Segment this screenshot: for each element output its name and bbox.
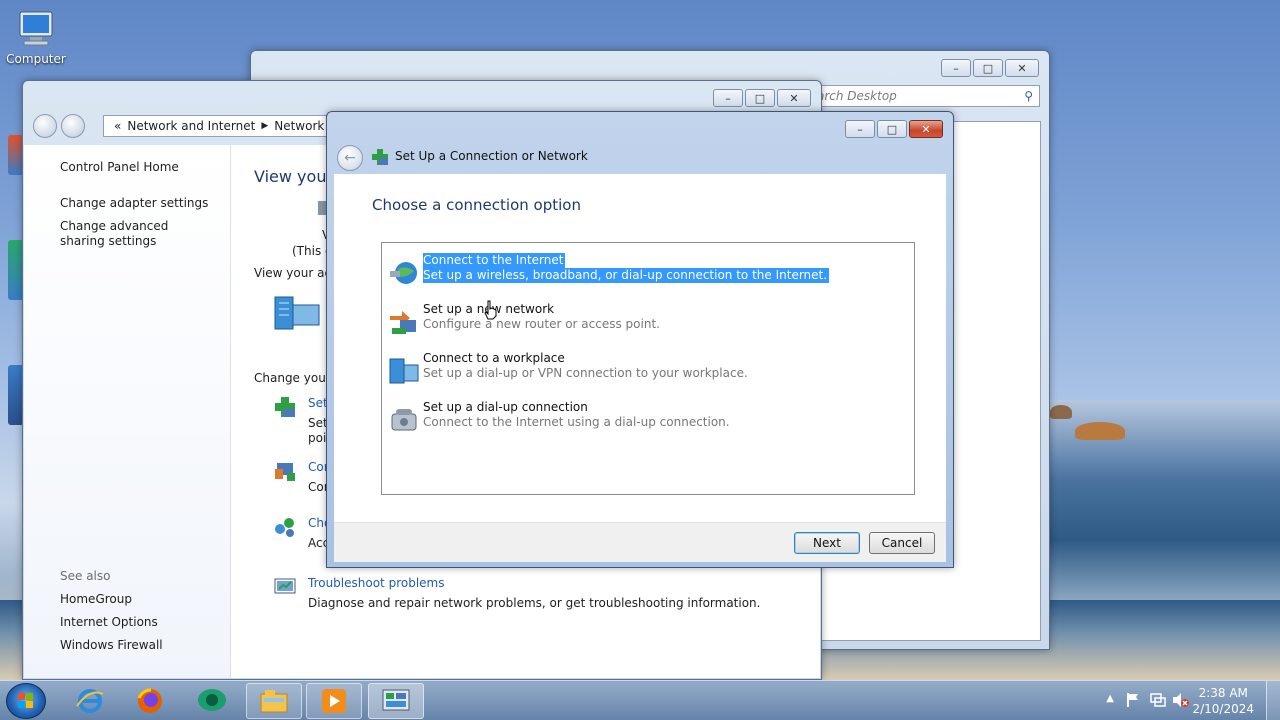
computer-icon: [14, 8, 58, 52]
hand-cursor-icon: [484, 300, 498, 323]
minimize-button[interactable]: –: [845, 120, 875, 138]
breadcrumb-item[interactable]: Network a: [274, 119, 332, 133]
dialog-body: Choose a connection option Connect to th…: [334, 174, 946, 522]
clock[interactable]: 2:38 AM 2/10/2024: [1192, 685, 1254, 717]
troubleshoot-icon: [273, 575, 297, 602]
wallpaper-rock: [1075, 422, 1125, 440]
setup-connection-icon: [273, 395, 297, 422]
close-button[interactable]: ✕: [777, 89, 811, 107]
chat-icon[interactable]: [184, 683, 240, 719]
sidebar-item-control-panel-home[interactable]: Control Panel Home: [60, 160, 179, 175]
workplace-icon: [388, 357, 420, 385]
phone-icon: [388, 406, 420, 434]
see-also-label: See also: [60, 569, 111, 583]
clock-date: 2/10/2024: [1192, 702, 1254, 716]
setup-connection-desc: Set: [308, 416, 328, 430]
option-dialup[interactable]: Set up a dial-up connection Connect to t…: [386, 400, 910, 440]
internet-explorer-icon[interactable]: [62, 683, 118, 719]
search-input[interactable]: arch Desktop ⚲: [810, 85, 1040, 107]
option-title: Connect to the Internet: [423, 253, 566, 268]
window-caption-buttons: – □ ✕: [941, 59, 1039, 77]
troubleshoot-link[interactable]: Troubleshoot problems: [308, 576, 444, 590]
option-connect-workplace[interactable]: Connect to a workplace Set up a dial-up …: [386, 351, 910, 391]
network-icon: [273, 293, 321, 336]
taskbar: ▲ 2:38 AM 2/10/2024: [0, 680, 1280, 720]
close-button[interactable]: ✕: [1005, 59, 1039, 77]
dialog-title: Set Up a Connection or Network: [395, 149, 588, 163]
show-desktop-button[interactable]: [1266, 681, 1280, 720]
sidebar-item-homegroup[interactable]: HomeGroup: [60, 592, 132, 607]
connect-network-icon: [273, 459, 297, 486]
maximize-button[interactable]: □: [877, 120, 907, 138]
change-settings-heading: Change your: [254, 371, 331, 385]
homegroup-icon: [273, 515, 297, 542]
option-desc: Configure a new router or access point.: [423, 317, 660, 331]
search-icon: ⚲: [1024, 89, 1033, 103]
control-panel-icon[interactable]: [368, 683, 424, 719]
dialog-heading: Choose a connection option: [372, 196, 581, 214]
address-bar[interactable]: « Network and Internet ▶ Network a: [103, 115, 333, 137]
dialog-footer: Next Cancel: [334, 522, 946, 562]
next-button[interactable]: Next: [794, 532, 860, 554]
network-label-fragment: [318, 201, 326, 218]
sidebar: Control Panel Home Change adapter settin…: [24, 145, 231, 678]
cancel-button[interactable]: Cancel: [869, 532, 935, 554]
option-desc: Connect to the Internet using a dial-up …: [423, 415, 730, 429]
maximize-button[interactable]: □: [745, 89, 775, 107]
maximize-button[interactable]: □: [973, 59, 1003, 77]
window-caption-buttons: – □ ✕: [713, 89, 811, 107]
breadcrumb-item[interactable]: Network and Internet: [127, 119, 255, 133]
show-hidden-icons-icon[interactable]: ▲: [1106, 693, 1114, 704]
computer-icon: [318, 201, 326, 215]
connection-option-list: Connect to the Internet Set up a wireles…: [381, 242, 915, 495]
troubleshoot-desc: Diagnose and repair network problems, or…: [308, 596, 761, 610]
router-icon: [388, 308, 420, 336]
setup-connection-desc2: poi: [308, 431, 327, 445]
network-status-icon[interactable]: [1150, 692, 1166, 711]
option-title: Connect to a workplace: [423, 351, 565, 365]
media-player-icon[interactable]: [306, 683, 362, 719]
forward-button[interactable]: [61, 114, 85, 138]
clock-time: 2:38 AM: [1198, 686, 1248, 700]
window-caption-buttons: – □ ✕: [845, 120, 943, 138]
desktop-icon-label: Computer: [6, 52, 66, 66]
sidebar-item-change-adapter-settings[interactable]: Change adapter settings: [60, 196, 208, 211]
sidebar-item-windows-firewall[interactable]: Windows Firewall: [60, 638, 163, 653]
action-center-flag-icon[interactable]: [1126, 692, 1140, 711]
minimize-button[interactable]: –: [941, 59, 971, 77]
explorer-icon[interactable]: [246, 683, 302, 719]
sidebar-item-internet-options[interactable]: Internet Options: [60, 615, 158, 630]
close-button[interactable]: ✕: [909, 120, 943, 138]
volume-muted-icon[interactable]: [1172, 692, 1190, 711]
breadcrumb-separator-icon[interactable]: ▶: [261, 121, 268, 131]
option-connect-internet[interactable]: Connect to the Internet Set up a wireles…: [386, 253, 910, 293]
setup-connection-link[interactable]: Set: [308, 396, 328, 410]
option-desc: Set up a dial-up or VPN connection to yo…: [423, 366, 748, 380]
option-desc: Set up a wireless, broadband, or dial-up…: [423, 268, 830, 283]
setup-connection-dialog: – □ ✕ ← Set Up a Connection or Network C…: [326, 111, 954, 568]
back-button[interactable]: [33, 114, 57, 138]
globe-icon: [388, 259, 420, 287]
search-placeholder: arch Desktop: [817, 89, 897, 103]
minimize-button[interactable]: –: [713, 89, 743, 107]
option-title: Set up a dial-up connection: [423, 400, 588, 414]
start-button[interactable]: [6, 683, 46, 719]
network-setup-icon: [371, 148, 389, 169]
back-button[interactable]: ←: [337, 145, 363, 171]
desktop-icon-computer[interactable]: Computer: [6, 8, 66, 66]
option-new-network[interactable]: Set up a new network Configure a new rou…: [386, 302, 910, 342]
breadcrumb-overflow-icon[interactable]: «: [114, 119, 121, 133]
page-title: View your: [254, 167, 334, 186]
wallpaper-rock: [1050, 405, 1072, 419]
firefox-icon[interactable]: [122, 683, 178, 719]
sidebar-item-change-advanced-sharing[interactable]: Change advanced sharing settings: [60, 219, 210, 249]
